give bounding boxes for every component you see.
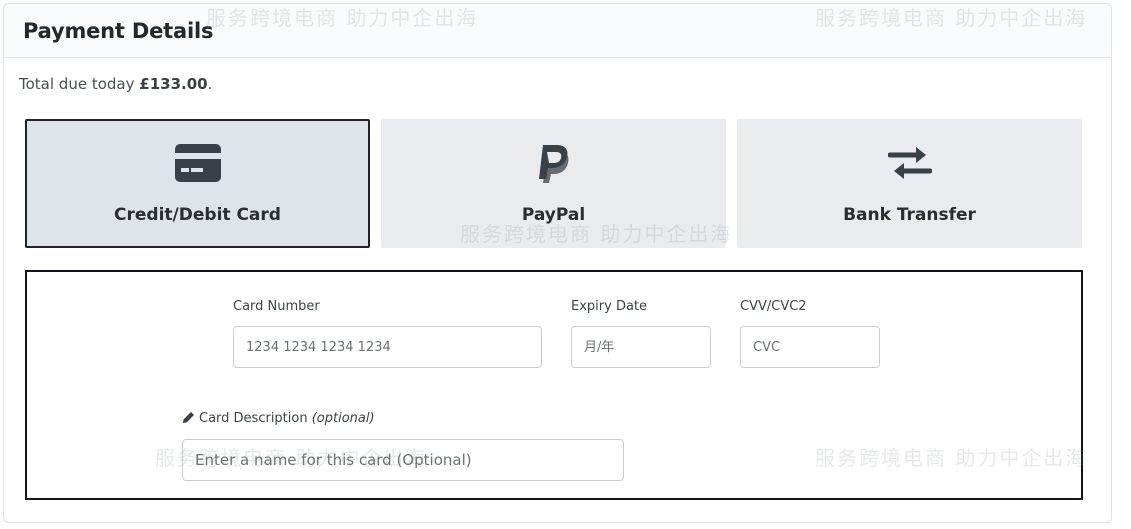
total-due-amount: £133.00: [139, 75, 208, 93]
expiry-date-label: Expiry Date: [571, 299, 648, 314]
card-number-label: Card Number: [233, 299, 320, 314]
pencil-icon: [182, 411, 195, 428]
payment-method-bank-transfer-label: Bank Transfer: [843, 205, 976, 225]
total-due-suffix: .: [207, 75, 213, 93]
payment-method-card[interactable]: Credit/Debit Card: [25, 119, 370, 248]
card-description-input[interactable]: [182, 439, 624, 481]
payment-method-selector: Credit/Debit Card PayPal Bank Transfer: [25, 119, 1083, 249]
total-due: Total due today £133.00.: [19, 75, 212, 93]
card-details-form: Card Number Expiry Date CVV/CVC2 Card De…: [25, 270, 1083, 500]
paypal-icon: [537, 141, 571, 185]
page-title: Payment Details: [23, 18, 214, 43]
credit-card-icon: [174, 141, 221, 185]
total-due-label: Total due today: [19, 75, 135, 93]
payment-method-card-label: Credit/Debit Card: [114, 205, 281, 225]
panel-header: Payment Details: [4, 4, 1111, 58]
card-number-input[interactable]: [233, 326, 542, 368]
card-description-label-text: Card Description: [199, 411, 308, 426]
exchange-arrows-icon: [887, 141, 932, 185]
expiry-date-input[interactable]: [571, 326, 711, 368]
payment-method-paypal[interactable]: PayPal: [381, 119, 726, 248]
cvv-label: CVV/CVC2: [740, 299, 807, 314]
card-description-label: Card Description (optional): [182, 411, 375, 428]
payment-method-paypal-label: PayPal: [521, 205, 586, 225]
cvv-input[interactable]: [740, 326, 880, 368]
card-description-optional: (optional): [311, 411, 375, 426]
payment-method-bank-transfer[interactable]: Bank Transfer: [737, 119, 1082, 248]
